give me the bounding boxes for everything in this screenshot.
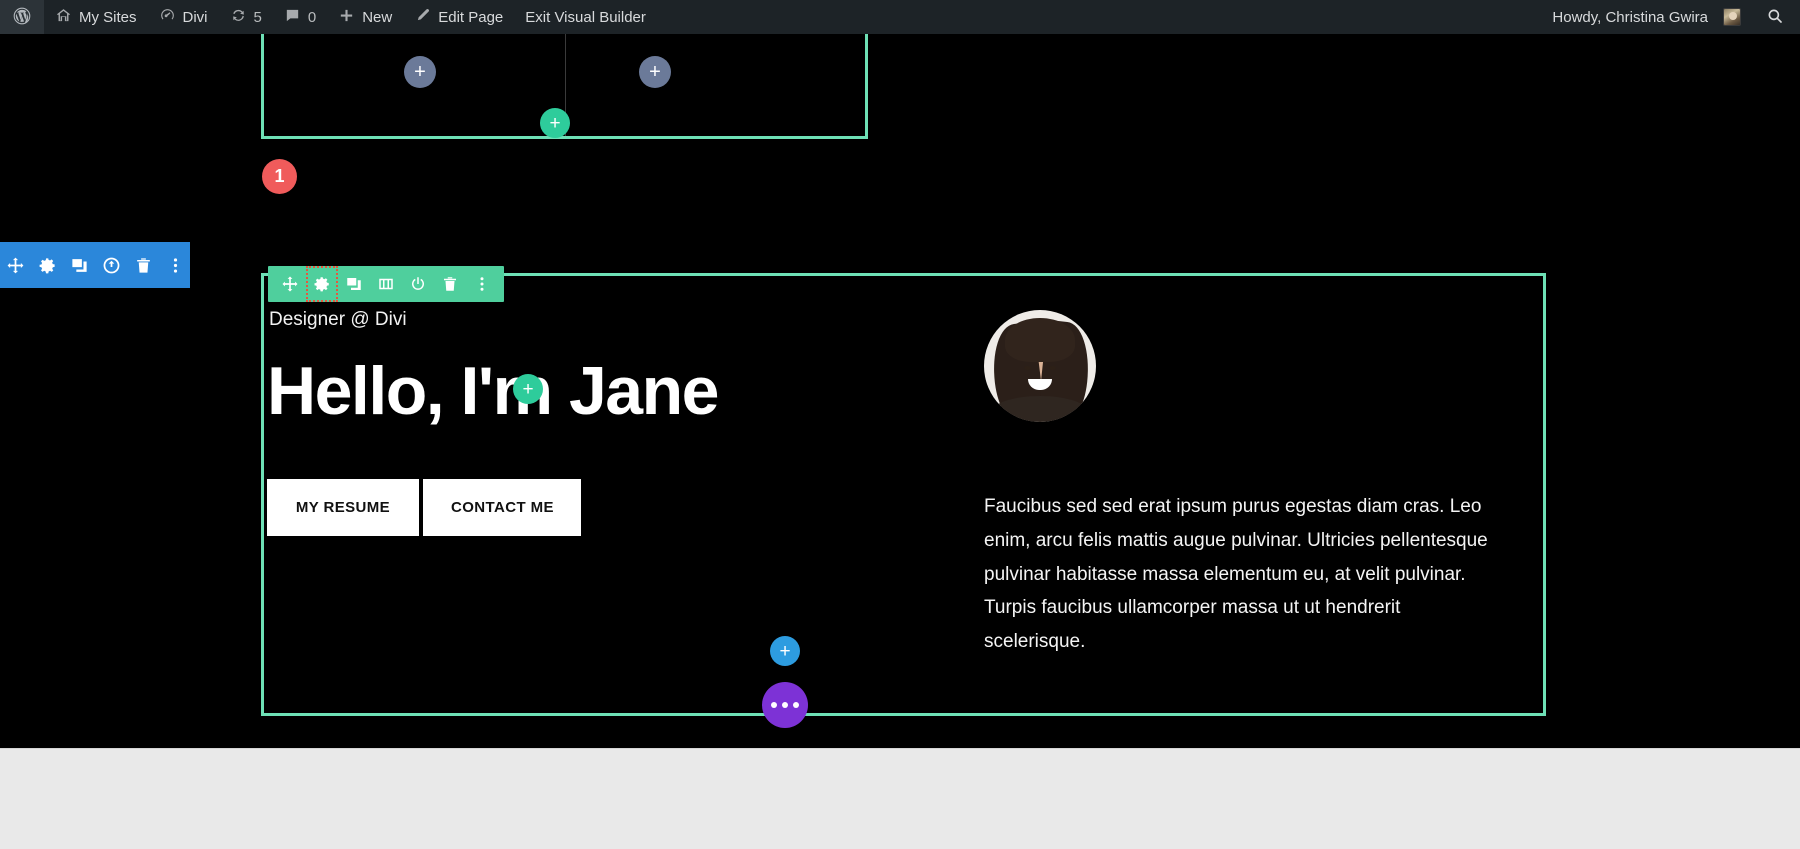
insert-module-button-right[interactable]: + <box>639 56 671 88</box>
module-toolbar-delete-button[interactable] <box>434 266 466 302</box>
row-toolbar-delete-button[interactable] <box>130 242 156 288</box>
more-vertical-icon <box>473 275 491 293</box>
row-toolbar-move-button[interactable] <box>2 242 28 288</box>
wordpress-logo-icon <box>12 6 32 29</box>
save-to-library-icon <box>102 256 121 275</box>
avatar <box>1723 8 1741 26</box>
hero-buttons: MY RESUME CONTACT ME <box>267 479 934 576</box>
row-toolbar-duplicate-button[interactable] <box>66 242 92 288</box>
admin-bar-item-edit-page[interactable]: Edit Page <box>403 0 514 34</box>
hero-row: Designer @ Divi Hello, I'm Jane MY RESUM… <box>264 276 1543 713</box>
add-section-button[interactable]: + <box>770 636 800 666</box>
search-icon <box>1766 7 1784 28</box>
admin-bar-label-new: New <box>362 9 392 26</box>
plus-icon <box>338 7 355 27</box>
hero-column-left[interactable]: Designer @ Divi Hello, I'm Jane MY RESUM… <box>264 276 934 713</box>
module-toolbar-disable-button[interactable] <box>402 266 434 302</box>
gear-icon <box>313 275 331 293</box>
admin-bar-account-menu[interactable]: Howdy, Christina Gwira <box>1541 0 1752 34</box>
gear-icon <box>38 256 57 275</box>
admin-bar-item-new[interactable]: New <box>327 0 403 34</box>
admin-bar-item-divi[interactable]: Divi <box>148 0 219 34</box>
admin-bar-item-updates[interactable]: 5 <box>219 0 273 34</box>
step-badge: 1 <box>262 159 297 194</box>
section-hero[interactable]: Designer @ Divi Hello, I'm Jane MY RESUM… <box>261 273 1546 716</box>
module-toolbar-move-button[interactable] <box>274 266 306 302</box>
duplicate-icon <box>345 275 363 293</box>
admin-bar-label-exit-visual-builder: Exit Visual Builder <box>525 9 646 26</box>
admin-bar-item-comments[interactable]: 0 <box>273 0 327 34</box>
builder-settings-fab[interactable] <box>762 682 808 728</box>
wordpress-logo-button[interactable] <box>0 0 44 34</box>
module-toolbar-settings-button[interactable] <box>306 266 338 302</box>
module-toolbar-columns-button[interactable] <box>370 266 402 302</box>
admin-bar-item-my-sites[interactable]: My Sites <box>44 0 148 34</box>
row-toolbar-more-button[interactable] <box>162 242 188 288</box>
admin-bar-item-exit-visual-builder[interactable]: Exit Visual Builder <box>514 0 657 34</box>
more-vertical-icon <box>166 256 185 275</box>
move-arrows-icon <box>6 256 25 275</box>
admin-bar-right-group: Howdy, Christina Gwira <box>1541 0 1800 34</box>
add-row-button-hero[interactable]: + <box>513 374 543 404</box>
module-toolbar <box>268 266 504 302</box>
admin-bar-label-divi: Divi <box>183 9 208 26</box>
contact-me-button[interactable]: CONTACT ME <box>423 479 581 536</box>
admin-bar-comments-count: 0 <box>308 9 316 26</box>
insert-module-button-left[interactable]: + <box>404 56 436 88</box>
visual-builder-canvas: + + + 1 <box>0 34 1800 849</box>
duplicate-icon <box>70 256 89 275</box>
divi-dashboard-icon <box>159 7 176 27</box>
my-resume-button[interactable]: MY RESUME <box>267 479 419 536</box>
three-dots-icon <box>771 702 777 708</box>
pencil-icon <box>414 7 431 27</box>
trash-icon <box>134 256 153 275</box>
row-toolbar-settings-button[interactable] <box>34 242 60 288</box>
row-toolbar-save-button[interactable] <box>98 242 124 288</box>
module-toolbar-more-button[interactable] <box>466 266 498 302</box>
add-row-button-top[interactable]: + <box>540 108 570 138</box>
admin-bar-updates-count: 5 <box>254 9 262 26</box>
admin-bar-label-my-sites: My Sites <box>79 9 137 26</box>
page-footer-area <box>0 748 1800 849</box>
columns-icon <box>377 275 395 293</box>
updates-icon <box>230 7 247 27</box>
jane-portrait-image <box>984 310 1096 422</box>
trash-icon <box>441 275 459 293</box>
power-icon <box>409 275 427 293</box>
move-arrows-icon <box>281 275 299 293</box>
admin-bar-howdy-label: Howdy, Christina Gwira <box>1552 9 1708 26</box>
hero-subtitle: Designer @ Divi <box>267 308 934 333</box>
module-toolbar-duplicate-button[interactable] <box>338 266 370 302</box>
wp-admin-bar: My Sites Divi 5 0 New Edit Page Exit Vis… <box>0 0 1800 34</box>
row-toolbar <box>0 242 190 288</box>
admin-bar-label-edit-page: Edit Page <box>438 9 503 26</box>
hero-paragraph: Faucibus sed sed erat ipsum purus egesta… <box>984 490 1504 659</box>
hero-column-right[interactable]: Faucibus sed sed erat ipsum purus egesta… <box>934 276 1543 713</box>
hero-title: Hello, I'm Jane <box>267 357 934 425</box>
comment-bubble-icon <box>284 7 301 27</box>
sites-icon <box>55 7 72 27</box>
admin-bar-search-button[interactable] <box>1752 0 1800 34</box>
